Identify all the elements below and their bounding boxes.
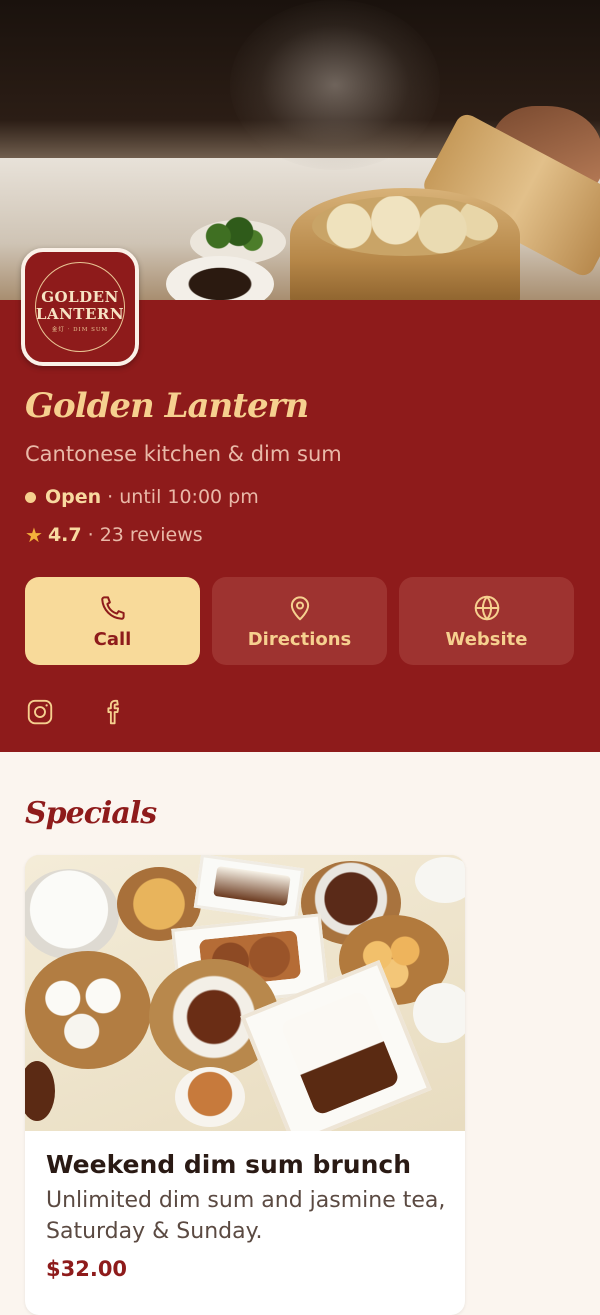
status-dot-icon: [25, 491, 36, 503]
rating-summary[interactable]: ★ 4.7 · 23 reviews: [25, 523, 203, 547]
globe-icon: [474, 595, 499, 620]
restaurant-logo: GOLDEN LANTERN 金灯 · DIM SUM: [21, 248, 139, 366]
special-title: Weekend dim sum brunch: [46, 1150, 411, 1179]
special-photo: [25, 855, 465, 1131]
website-button-label: Website: [445, 628, 528, 650]
action-buttons: Call Directions Website: [25, 577, 576, 665]
directions-button-label: Directions: [247, 628, 352, 650]
directions-button[interactable]: Directions: [212, 577, 387, 665]
special-price: $32.00: [46, 1257, 128, 1281]
facebook-icon[interactable]: [99, 697, 129, 727]
call-button[interactable]: Call: [25, 577, 200, 665]
restaurant-name: Golden Lantern: [25, 386, 309, 426]
review-count: · 23 reviews: [87, 524, 203, 546]
website-button[interactable]: Website: [399, 577, 574, 665]
restaurant-tagline: Cantonese kitchen & dim sum: [25, 442, 342, 466]
specials-heading: Specials: [25, 796, 157, 831]
open-status: Open · until 10:00 pm: [25, 486, 259, 508]
instagram-icon[interactable]: [25, 697, 55, 727]
special-card[interactable]: Weekend dim sum brunch Unlimited dim sum…: [25, 855, 465, 1315]
social-links: [25, 697, 129, 727]
status-label: Open: [45, 486, 102, 508]
status-hours: · until 10:00 pm: [107, 486, 259, 508]
special-description: Unlimited dim sum and jasmine tea, Satur…: [46, 1188, 446, 1244]
star-icon: ★: [25, 523, 43, 547]
rating-score: 4.7: [47, 524, 82, 546]
call-button-label: Call: [93, 628, 132, 650]
phone-icon: [100, 595, 125, 620]
map-pin-icon: [290, 595, 309, 620]
